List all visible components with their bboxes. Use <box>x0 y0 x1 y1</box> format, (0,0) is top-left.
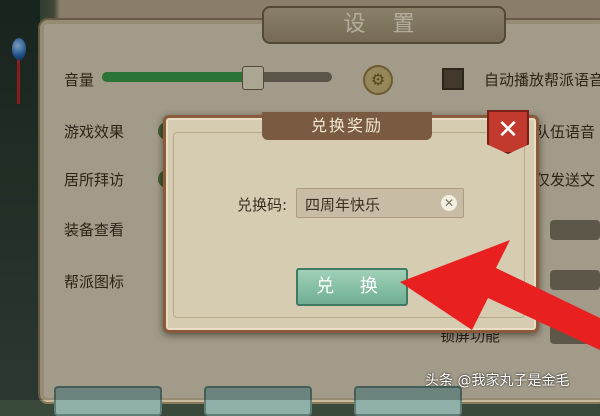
redeem-button-label: 兑 换 <box>316 276 388 297</box>
modal-title: 兑换奖励 <box>310 116 383 135</box>
watermark: 头条 @我家丸子是金毛 <box>425 373 570 389</box>
red-arrow-shape <box>400 240 600 350</box>
clear-icon[interactable]: ✕ <box>441 195 457 211</box>
redeem-button[interactable]: 兑 换 <box>296 268 408 306</box>
code-input[interactable]: 四周年快乐 ✕ <box>296 188 464 218</box>
code-input-value: 四周年快乐 <box>305 196 381 214</box>
modal-title-banner: 兑换奖励 <box>262 112 432 140</box>
code-label: 兑换码: <box>237 196 288 214</box>
red-arrow-annotation <box>400 240 600 350</box>
